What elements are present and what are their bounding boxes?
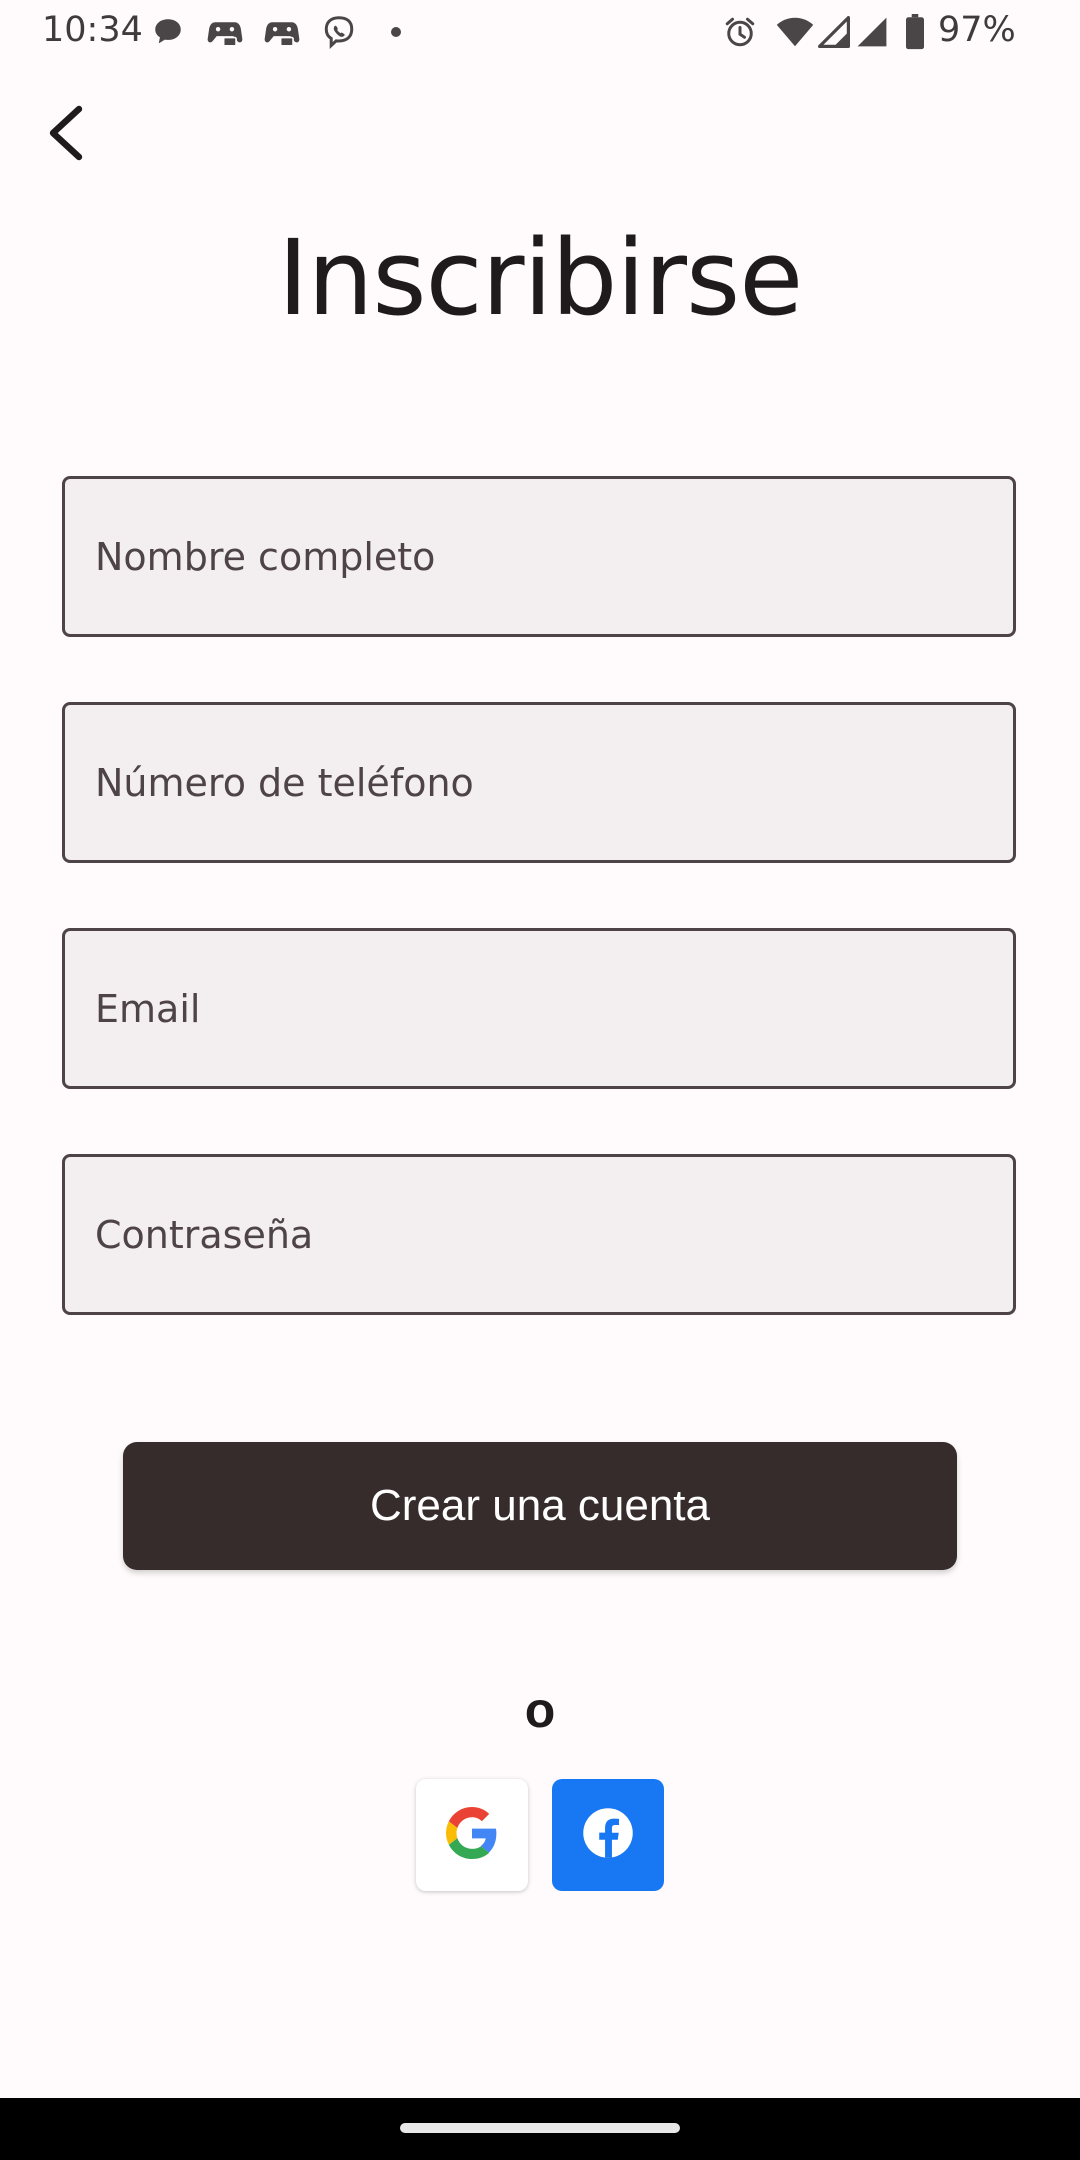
dot-icon	[376, 12, 416, 52]
notification-icons	[148, 12, 433, 52]
facebook-sign-in-button[interactable]	[552, 1779, 664, 1891]
email-field[interactable]	[62, 928, 1016, 1089]
status-bar: 10:34 97%	[0, 0, 1080, 62]
facebook-icon	[581, 1806, 635, 1865]
phone-input[interactable]	[95, 705, 1013, 860]
email-input[interactable]	[95, 931, 1013, 1086]
full-name-input[interactable]	[95, 479, 1013, 634]
cell-signal-icon	[818, 10, 850, 54]
back-button[interactable]	[30, 100, 100, 170]
password-field[interactable]	[62, 1154, 1016, 1315]
battery-icon	[904, 10, 926, 54]
battery-percent: 97%	[938, 10, 1016, 50]
chat-bubble-icon	[148, 12, 188, 52]
password-input[interactable]	[95, 1157, 1013, 1312]
page-title: Inscribirse	[277, 217, 803, 339]
cell-signal-icon	[856, 10, 888, 54]
status-time: 10:34	[42, 10, 143, 50]
google-sign-in-button[interactable]	[416, 1779, 528, 1891]
or-separator: o	[524, 1682, 556, 1738]
wifi-icon	[776, 10, 814, 54]
google-icon	[446, 1806, 498, 1864]
create-account-button[interactable]: Crear una cuenta	[123, 1442, 957, 1570]
home-indicator[interactable]	[400, 2123, 680, 2133]
game-controller-icon	[205, 12, 245, 52]
alarm-icon	[722, 10, 758, 54]
full-name-field[interactable]	[62, 476, 1016, 637]
phone-field[interactable]	[62, 702, 1016, 863]
chevron-left-icon	[43, 105, 87, 166]
create-account-label: Crear una cuenta	[370, 1481, 710, 1530]
viber-icon	[319, 12, 359, 52]
game-controller-icon	[262, 12, 302, 52]
